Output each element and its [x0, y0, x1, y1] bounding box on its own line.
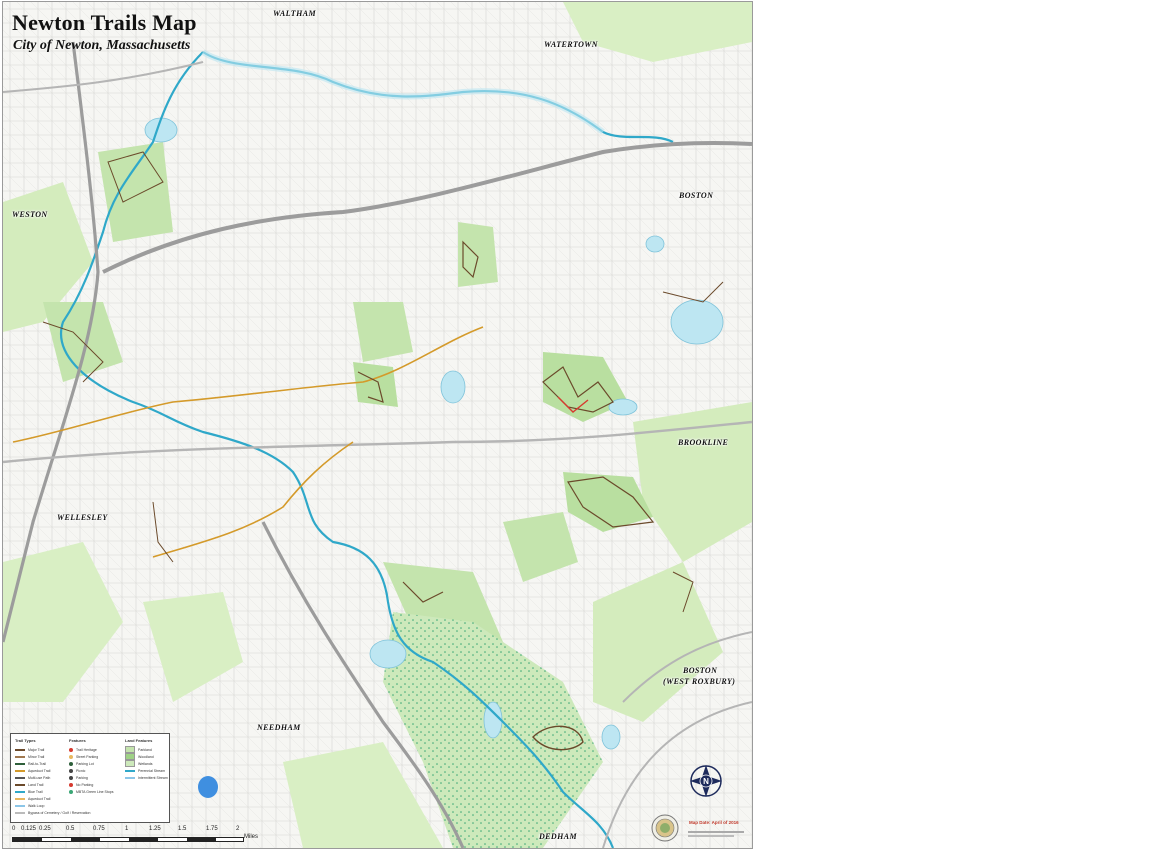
- legend-item: Picnic: [69, 767, 113, 774]
- legend-title: Features: [69, 738, 86, 743]
- legend-item: No Parking: [69, 781, 113, 788]
- town-label-dedham: DEDHAM: [539, 832, 577, 841]
- city-seal-icon: [651, 814, 679, 842]
- park-area: [353, 302, 413, 362]
- legend-title: Land Features: [125, 738, 153, 743]
- legend-item: Parkland: [125, 746, 168, 753]
- legend-item: Bypass of Cemetery / Golf / Reservation: [15, 809, 90, 816]
- scale-ticks: 0 0.125 0.25 0.5 0.75 1 1.25 1.5 1.75 2: [12, 826, 242, 834]
- pond: [645, 235, 665, 253]
- pond: [198, 776, 218, 798]
- legend-item: Intermittent Stream: [125, 774, 168, 781]
- map-credit-fineprint: [688, 831, 748, 837]
- town-label-needham: NEEDHAM: [257, 723, 301, 732]
- legend-item: Walk Loop: [15, 802, 90, 809]
- map-legend: Trail Types Major Trail Minor Trail Rail…: [10, 733, 170, 823]
- legend-item: Woodland: [125, 753, 168, 760]
- town-label-boston-west-roxbury: BOSTON: [683, 666, 718, 675]
- town-label-weston: WESTON: [12, 210, 48, 219]
- town-label-waltham: WALTHAM: [273, 9, 316, 18]
- scale-line: [12, 837, 244, 842]
- compass-letter: N: [703, 777, 709, 786]
- map-frame: Newton Trails Map City of Newton, Massac…: [2, 1, 753, 849]
- map-date: Map Date: April of 2016: [689, 820, 739, 825]
- town-label-west-roxbury: (WEST ROXBURY): [663, 677, 736, 686]
- scale-unit: Miles: [244, 834, 259, 840]
- legend-item: Parking Lot: [69, 760, 113, 767]
- town-label-brookline: BROOKLINE: [678, 438, 729, 447]
- scale-label: 0.25: [39, 826, 51, 832]
- scale-label: 1.75: [206, 826, 218, 832]
- town-label-watertown: WATERTOWN: [544, 40, 598, 49]
- legend-land-features: Land Features Parkland Woodland Wetlands…: [125, 738, 168, 781]
- legend-item: Trail Heritage: [69, 746, 113, 753]
- scale-label: 1.25: [149, 826, 161, 832]
- scale-label: 0.75: [93, 826, 105, 832]
- legend-features: Features Trail Heritage Street Parking P…: [69, 738, 113, 795]
- scale-bar: 0 0.125 0.25 0.5 0.75 1 1.25 1.5 1.75 2 …: [12, 826, 258, 846]
- scale-label: 0.5: [66, 826, 75, 832]
- legend-item: Parking: [69, 774, 113, 781]
- map-subtitle: City of Newton, Massachusetts: [13, 38, 191, 53]
- north-arrow-icon: N: [690, 765, 722, 797]
- scale-label: 1: [125, 826, 129, 832]
- legend-item: Aqueduct Trail: [15, 795, 90, 802]
- town-label-boston: BOSTON: [679, 191, 714, 200]
- scale-label: 1.5: [178, 826, 187, 832]
- scale-label: 0: [12, 826, 16, 832]
- park-area: [458, 222, 498, 287]
- pond: [440, 370, 466, 404]
- map-title: Newton Trails Map: [12, 10, 197, 35]
- legend-item: Wetlands: [125, 760, 168, 767]
- legend-item: Perennial Stream: [125, 767, 168, 774]
- scale-label: 2: [236, 826, 240, 832]
- reservoir: [670, 299, 724, 345]
- pond: [601, 724, 621, 750]
- town-label-wellesley: WELLESLEY: [57, 513, 108, 522]
- pond: [369, 639, 407, 669]
- park-area: [353, 362, 398, 407]
- legend-item: MBTA Green Line Stops: [69, 788, 113, 795]
- legend-item: Street Parking: [69, 753, 113, 760]
- scale-label: 0.125: [21, 826, 37, 832]
- map-canvas[interactable]: [3, 2, 752, 848]
